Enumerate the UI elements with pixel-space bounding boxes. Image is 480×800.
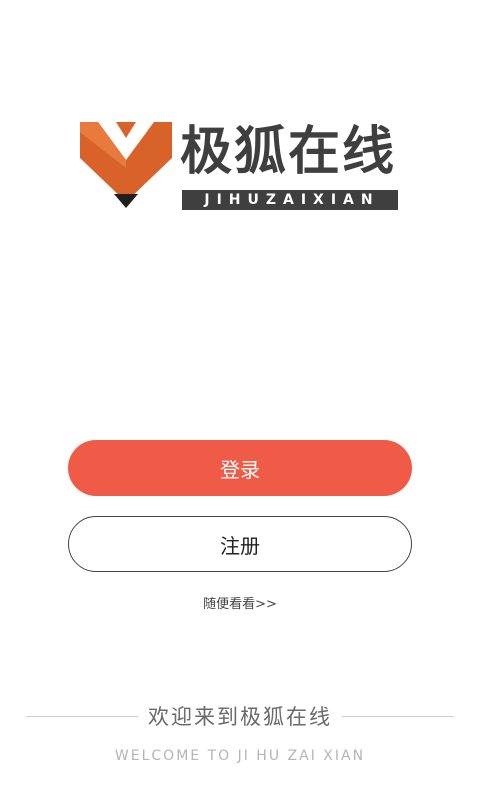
welcome-banner: 欢迎来到极狐在线 [26,700,454,732]
login-button-label: 登录 [220,457,260,482]
register-button[interactable]: 注册 [68,516,412,572]
brand-title: 极狐在线 [180,122,397,182]
fox-logo-icon [80,122,172,208]
browse-link[interactable]: 随便看看>> [203,597,277,612]
welcome-text-en: WELCOME TO JI HU ZAI XIAN [114,748,366,764]
divider-right [342,715,454,717]
brand-subtitle: JIHUZAIXIAN [182,190,398,210]
register-button-label: 注册 [220,533,260,558]
welcome-text: 欢迎来到极狐在线 [148,705,332,729]
divider-left [26,715,138,717]
login-button[interactable]: 登录 [68,440,412,496]
browse-link-row: 随便看看>> [0,593,480,612]
brand-logo: 极狐在线 JIHUZAIXIAN [78,118,408,218]
